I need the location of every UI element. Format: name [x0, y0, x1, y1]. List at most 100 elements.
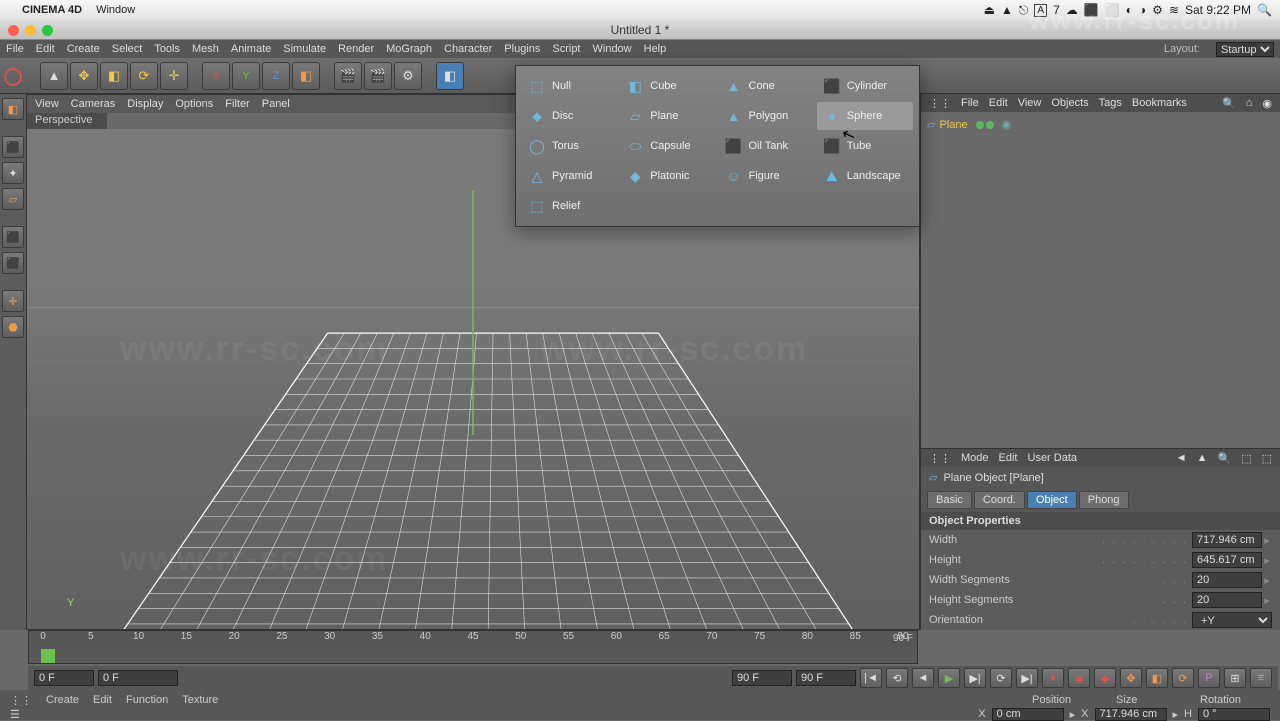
point-mode[interactable]: ⬛	[2, 226, 24, 248]
tab-basic[interactable]: Basic	[927, 491, 972, 509]
eye-icon[interactable]: ◉	[1262, 97, 1272, 110]
key-pla[interactable]: ⊞	[1224, 668, 1246, 688]
primitive-sphere[interactable]: ●Sphere	[817, 102, 913, 130]
edge-mode[interactable]: ⬛	[2, 252, 24, 274]
primitive-cube[interactable]: ◧Cube	[620, 72, 716, 100]
scale-tool[interactable]: ◧	[100, 62, 128, 90]
goto-next-key[interactable]: ⟳	[990, 668, 1012, 688]
om-view[interactable]: View	[1018, 97, 1042, 109]
menu-select[interactable]: Select	[112, 43, 143, 55]
spinner-icon[interactable]: ▸	[1173, 708, 1179, 721]
coord-system[interactable]: ◧	[292, 62, 320, 90]
menu-plugins[interactable]: Plugins	[504, 43, 540, 55]
key-opts[interactable]: ≡	[1250, 668, 1272, 688]
primitive-oil-tank[interactable]: ⬛Oil Tank	[719, 132, 815, 160]
menu-edit[interactable]: Edit	[36, 43, 55, 55]
axis-mode[interactable]: ✛	[2, 290, 24, 312]
lock-icon[interactable]: ⬚	[1241, 452, 1251, 465]
om-bookmarks[interactable]: Bookmarks	[1132, 97, 1187, 109]
spotlight-icon[interactable]: 🔍	[1257, 3, 1272, 17]
attrib-mode[interactable]: Mode	[961, 452, 989, 464]
attrib-edit[interactable]: Edit	[999, 452, 1018, 464]
prev-frame[interactable]: ◄	[912, 668, 934, 688]
menu-render[interactable]: Render	[338, 43, 374, 55]
current-frame[interactable]	[98, 670, 178, 686]
object-manager[interactable]: ▱ Plane ◉	[921, 112, 1280, 449]
layout-select[interactable]: Startup	[1216, 42, 1274, 57]
autokey-button[interactable]: ◉	[1068, 668, 1090, 688]
object-name[interactable]: Plane	[939, 119, 967, 131]
y-axis-lock[interactable]: Y	[232, 62, 260, 90]
object-row-plane[interactable]: ▱ Plane ◉	[927, 118, 1274, 131]
live-select-tool[interactable]: ▲	[40, 62, 68, 90]
status-icon[interactable]: ⬛	[1084, 3, 1099, 17]
render-picture-viewer[interactable]: 🎬	[364, 62, 392, 90]
om-edit[interactable]: Edit	[989, 97, 1008, 109]
status-icon[interactable]: ⏏	[984, 3, 995, 17]
primitive-null[interactable]: ⬚Null	[522, 72, 618, 100]
status-icon[interactable]: ◑	[1139, 3, 1146, 17]
clock[interactable]: Sat 9:22 PM	[1185, 3, 1251, 17]
new-icon[interactable]: ⬚	[1262, 452, 1272, 465]
pos-x-input[interactable]	[992, 708, 1064, 721]
status-icon[interactable]: ⬜	[1105, 3, 1120, 17]
status-icon[interactable]: ◐	[1126, 3, 1133, 17]
start-frame[interactable]	[34, 670, 94, 686]
goto-start[interactable]: |◄	[860, 668, 882, 688]
move-tool[interactable]: ✥	[70, 62, 98, 90]
end-frame-2[interactable]	[796, 670, 856, 686]
status-icon[interactable]: ☁	[1066, 3, 1078, 17]
nav-back-icon[interactable]: ◄	[1176, 452, 1187, 464]
play-button[interactable]: ▶	[938, 668, 960, 688]
visibility-editor[interactable]	[976, 121, 984, 129]
app-name[interactable]: CINEMA 4D	[22, 4, 82, 16]
minimize-icon[interactable]	[25, 25, 36, 36]
next-frame[interactable]: ▶|	[964, 668, 986, 688]
primitive-cube-button[interactable]: ◧	[436, 62, 464, 90]
rotate-tool[interactable]: ⟳	[130, 62, 158, 90]
menu-create[interactable]: Create	[67, 43, 100, 55]
primitive-plane[interactable]: ▱Plane	[620, 102, 716, 130]
view-menu-filter[interactable]: Filter	[225, 98, 249, 110]
spinner-icon[interactable]: ▸	[1262, 594, 1272, 607]
menu-mesh[interactable]: Mesh	[192, 43, 219, 55]
rot-h-input[interactable]	[1198, 708, 1270, 721]
goto-end[interactable]: ▶|	[1016, 668, 1038, 688]
mat-create[interactable]: Create	[46, 694, 79, 706]
primitive-capsule[interactable]: ⬭Capsule	[620, 132, 716, 160]
make-editable[interactable]: ◧	[2, 98, 24, 120]
attrib-userdata[interactable]: User Data	[1028, 452, 1078, 464]
status-icon[interactable]: ▲	[1001, 3, 1013, 17]
mat-function[interactable]: Function	[126, 694, 168, 706]
view-menu-view[interactable]: View	[35, 98, 59, 110]
primitive-polygon[interactable]: ▲Polygon	[719, 102, 815, 130]
mac-menu-item[interactable]: Window	[96, 4, 135, 16]
view-menu-display[interactable]: Display	[127, 98, 163, 110]
goto-prev-key[interactable]: ⟲	[886, 668, 908, 688]
om-file[interactable]: File	[961, 97, 979, 109]
primitive-platonic[interactable]: ◆Platonic	[620, 162, 716, 190]
status-icon[interactable]: 7	[1053, 3, 1060, 17]
primitive-torus[interactable]: ◯Torus	[522, 132, 618, 160]
nav-up-icon[interactable]: ▲	[1197, 452, 1208, 464]
status-icon[interactable]: ⚙	[1152, 3, 1163, 17]
status-icon[interactable]: A	[1034, 4, 1047, 17]
menu-help[interactable]: Help	[644, 43, 667, 55]
z-axis-lock[interactable]: Z	[262, 62, 290, 90]
size-x-input[interactable]	[1095, 708, 1167, 721]
spinner-icon[interactable]: ▸	[1070, 708, 1076, 721]
grip-icon[interactable]: ⋮⋮	[929, 452, 951, 465]
render-settings[interactable]: ⚙	[394, 62, 422, 90]
primitive-cylinder[interactable]: ⬛Cylinder	[817, 72, 913, 100]
key-pos[interactable]: ✥	[1120, 668, 1142, 688]
tab-phong[interactable]: Phong	[1079, 491, 1129, 509]
render-view[interactable]: 🎬	[334, 62, 362, 90]
primitive-figure[interactable]: ☺Figure	[719, 162, 815, 190]
spinner-icon[interactable]: ▸	[1262, 554, 1272, 567]
primitive-tube[interactable]: ⬛Tube	[817, 132, 913, 160]
menu-character[interactable]: Character	[444, 43, 492, 55]
view-menu-panel[interactable]: Panel	[262, 98, 290, 110]
status-icon[interactable]: ⎋	[1019, 3, 1029, 18]
zoom-icon[interactable]	[42, 25, 53, 36]
phong-tag-icon[interactable]: ◉	[1002, 118, 1012, 131]
